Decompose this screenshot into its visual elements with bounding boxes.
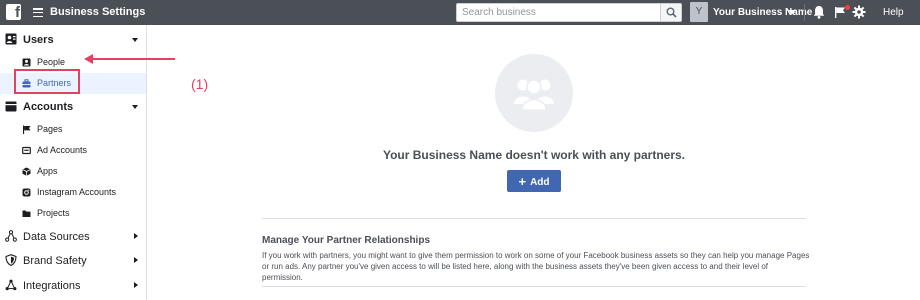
hamburger-icon[interactable] — [33, 8, 43, 18]
sidebar-item-ad-accounts[interactable]: Ad Accounts — [0, 140, 146, 161]
empty-state-title: Your Business Name doesn't work with any… — [382, 148, 686, 162]
shield-icon — [5, 254, 17, 266]
facebook-logo-letter: f — [15, 4, 20, 21]
sidebar-item-label: Ad Accounts — [37, 145, 88, 155]
sidebar-section-brand-safety[interactable]: Brand Safety — [0, 250, 146, 272]
sidebar-item-label: Instagram Accounts — [37, 187, 117, 197]
sidebar-section-label: Data Sources — [23, 231, 90, 243]
users-icon — [5, 33, 17, 45]
add-partner-button[interactable]: + Add — [507, 170, 561, 192]
chevron-down-icon — [132, 38, 138, 42]
sidebar-section-data-sources[interactable]: Data Sources — [0, 226, 146, 248]
section-divider — [262, 286, 806, 287]
sidebar-section-integrations[interactable]: Integrations — [0, 275, 146, 297]
partners-empty-illustration — [495, 54, 573, 132]
chevron-right-icon — [134, 257, 138, 263]
person-card-icon — [22, 58, 31, 67]
sidebar-item-apps[interactable]: Apps — [0, 161, 146, 182]
highlight-box — [14, 69, 80, 94]
search-button[interactable] — [660, 4, 681, 21]
nodes-icon — [5, 230, 17, 242]
sidebar-section-accounts[interactable]: Accounts — [0, 96, 146, 118]
flag-icon — [23, 125, 31, 134]
manage-section-title: Manage Your Partner Relationships — [262, 235, 431, 246]
share-icon — [5, 279, 17, 291]
topbar-divider — [804, 4, 805, 21]
chevron-down-icon — [132, 105, 138, 109]
sidebar-section-users[interactable]: Users — [0, 29, 146, 51]
bell-icon[interactable] — [813, 5, 825, 19]
accounts-icon — [5, 101, 17, 112]
manage-section-text: If you work with partners, you might wan… — [262, 251, 810, 282]
camera-icon — [22, 188, 31, 197]
sidebar-section-label: Integrations — [23, 280, 81, 292]
gear-icon[interactable] — [852, 5, 866, 19]
top-bar: f Business Settings Y Your Business Name… — [0, 0, 920, 25]
ad-icon — [22, 146, 31, 155]
search-box — [456, 3, 682, 22]
chevron-right-icon — [134, 282, 138, 288]
facebook-logo-icon[interactable]: f — [6, 4, 21, 21]
sidebar-item-instagram-accounts[interactable]: Instagram Accounts — [0, 182, 146, 203]
notification-dot — [845, 5, 850, 10]
sidebar-item-label: People — [37, 57, 66, 67]
sidebar-section-label: Brand Safety — [23, 255, 87, 267]
sidebar-item-label: Pages — [37, 124, 63, 134]
caret-down-icon[interactable] — [788, 10, 796, 14]
folder-icon — [22, 210, 31, 217]
search-input[interactable] — [457, 4, 660, 21]
business-name[interactable]: Your Business Name — [713, 6, 812, 19]
help-link[interactable]: Help — [883, 6, 904, 19]
cube-icon — [22, 167, 31, 176]
sidebar-item-pages[interactable]: Pages — [0, 119, 146, 140]
search-icon — [666, 7, 677, 18]
plus-icon: + — [518, 174, 527, 189]
section-divider — [262, 218, 806, 219]
sidebar-item-label: Projects — [37, 208, 70, 218]
app-title: Business Settings — [50, 6, 146, 18]
sidebar-section-label: Users — [23, 34, 54, 46]
sidebar-item-projects[interactable]: Projects — [0, 203, 146, 224]
sidebar: Users People Partners Accounts Pages Ad … — [0, 25, 147, 300]
chevron-right-icon — [134, 233, 138, 239]
people-group-icon — [514, 79, 554, 111]
sidebar-section-label: Accounts — [23, 101, 74, 113]
add-button-label: Add — [530, 177, 550, 188]
business-avatar[interactable]: Y — [690, 2, 708, 22]
annotation-arrow-line — [91, 58, 175, 60]
sidebar-item-label: Apps — [37, 166, 58, 176]
annotation-label: (1) — [191, 76, 209, 92]
